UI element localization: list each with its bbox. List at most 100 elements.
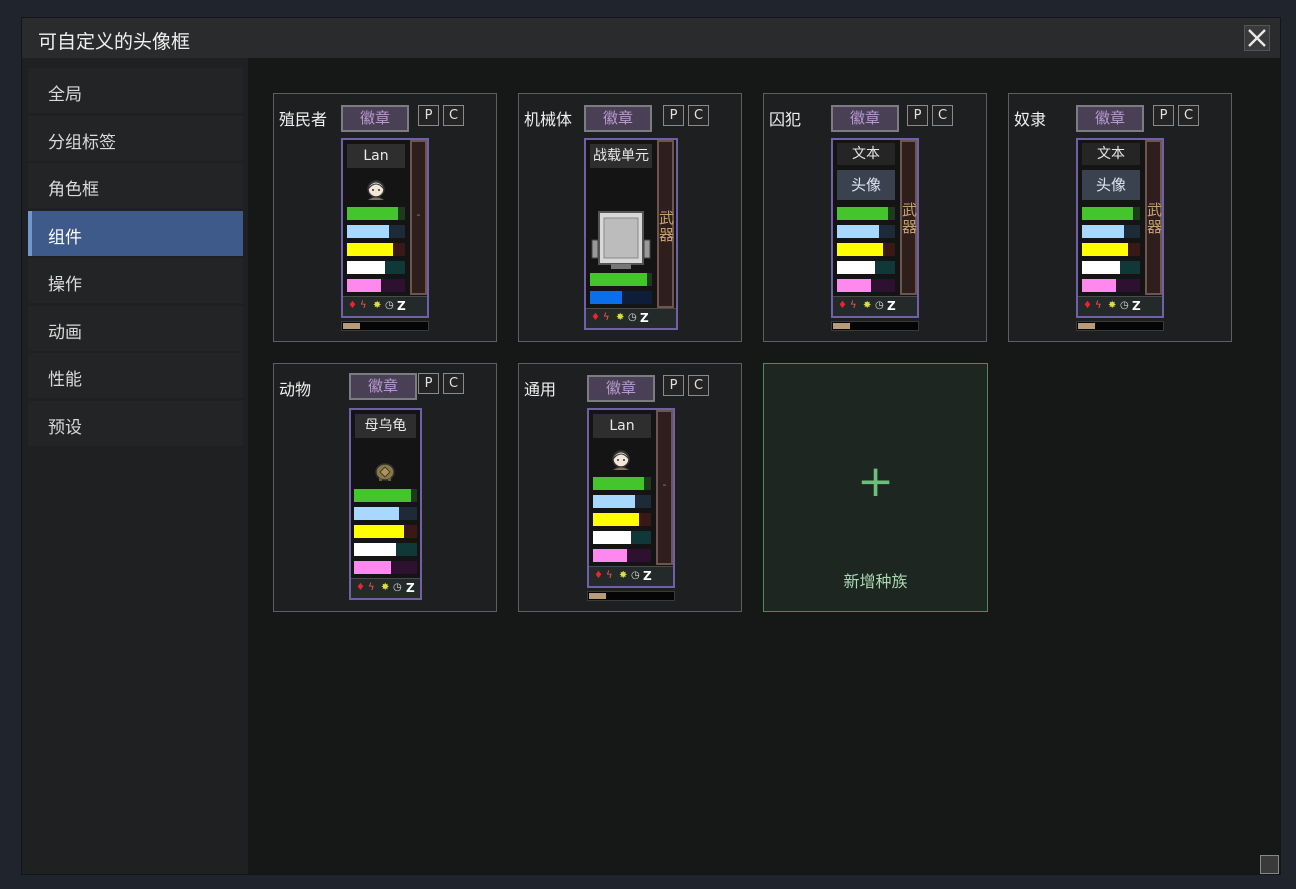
- p-button[interactable]: P: [1153, 105, 1174, 126]
- lightning-icon: ϟ: [368, 582, 375, 593]
- sidebar-item-group-tags[interactable]: 分组标签: [28, 115, 243, 161]
- rest-bar: [354, 507, 417, 520]
- p-button[interactable]: P: [418, 105, 439, 126]
- mood-bar: [837, 261, 895, 274]
- c-button[interactable]: C: [688, 105, 709, 126]
- race-label: 囚犯: [769, 110, 802, 129]
- badge-button[interactable]: 徽章: [1076, 105, 1144, 132]
- portrait-preview[interactable]: 文本 头像 武器 ♦ ϟ ✸ ◷ Z: [831, 138, 919, 318]
- health-bar: [593, 477, 651, 490]
- sidebar-item-components[interactable]: 组件: [28, 210, 243, 256]
- burst-icon: ✸: [381, 582, 390, 593]
- burst-icon: ✸: [863, 300, 872, 311]
- bleeding-icon: ♦: [591, 312, 600, 323]
- food-bar: [837, 243, 895, 256]
- bleeding-icon: ♦: [1083, 300, 1092, 311]
- sidebar-item-pawn-frame[interactable]: 角色框: [28, 163, 243, 208]
- mood-bar: [593, 531, 651, 544]
- race-label: 殖民者: [279, 110, 328, 129]
- health-bar: [837, 207, 895, 220]
- portrait-preview[interactable]: 战载单元 武器 ♦ ϟ ✸ ◷ Z: [584, 138, 678, 330]
- status-icons: ♦ ϟ ✸ ◷ Z: [589, 566, 673, 586]
- lightning-icon: ϟ: [606, 570, 613, 581]
- race-card-animal: 动物 徽章 P C 母乌龟 ♦ ϟ ✸ ◷ Z: [273, 363, 497, 612]
- resize-handle[interactable]: [1260, 855, 1279, 874]
- c-button[interactable]: C: [932, 105, 953, 126]
- badge-button[interactable]: 徽章: [587, 375, 655, 402]
- badge-button[interactable]: 徽章: [341, 105, 409, 132]
- progress-bar: [1076, 321, 1164, 331]
- health-bar: [354, 489, 417, 502]
- plus-icon: +: [857, 456, 894, 507]
- components-panel: 殖民者 徽章 P C Lan - ♦ ϟ ✸ ◷ Z 机械体 徽章 P C 战载…: [248, 58, 1280, 874]
- lightning-icon: ϟ: [360, 300, 367, 311]
- c-button[interactable]: C: [688, 375, 709, 396]
- sleep-icon: Z: [887, 299, 896, 313]
- title-bar: 可自定义的头像框: [22, 18, 1280, 58]
- clock-icon: ◷: [628, 312, 637, 323]
- bleeding-icon: ♦: [594, 570, 603, 581]
- weapon-slot: 武器: [1145, 140, 1162, 295]
- race-label: 奴隶: [1014, 110, 1047, 129]
- sidebar-item-label: 预设: [48, 417, 82, 438]
- sidebar-item-actions[interactable]: 操作: [28, 258, 243, 303]
- p-button[interactable]: P: [907, 105, 928, 126]
- pawn-name: 母乌龟: [355, 414, 416, 438]
- status-icons: ♦ ϟ ✸ ◷ Z: [586, 308, 676, 328]
- portrait-preview[interactable]: Lan - ♦ ϟ ✸ ◷ Z: [587, 408, 675, 588]
- lightning-icon: ϟ: [603, 312, 610, 323]
- bleeding-icon: ♦: [348, 300, 357, 311]
- pawn-name: Lan: [593, 414, 651, 438]
- text-placeholder: 文本: [837, 143, 895, 165]
- add-race-label: 新增种族: [843, 572, 908, 591]
- joy-bar: [354, 561, 417, 574]
- weapon-slot: -: [410, 140, 427, 295]
- clock-icon: ◷: [393, 582, 402, 593]
- sidebar-item-presets[interactable]: 预设: [28, 400, 243, 446]
- c-button[interactable]: C: [443, 105, 464, 126]
- p-button[interactable]: P: [418, 373, 439, 394]
- sidebar-item-animation[interactable]: 动画: [28, 305, 243, 351]
- sleep-icon: Z: [406, 581, 415, 595]
- sidebar-item-label: 分组标签: [48, 132, 116, 153]
- sleep-icon: Z: [643, 569, 652, 583]
- clock-icon: ◷: [875, 300, 884, 311]
- close-button[interactable]: [1244, 25, 1270, 51]
- burst-icon: ✸: [616, 312, 625, 323]
- mood-bar: [1082, 261, 1140, 274]
- add-race-button[interactable]: + 新增种族: [763, 363, 988, 612]
- portrait-preview[interactable]: 母乌龟 ♦ ϟ ✸ ◷ Z: [349, 408, 422, 600]
- weapon-slot: 武器: [900, 140, 917, 295]
- portrait-preview[interactable]: 文本 头像 武器 ♦ ϟ ✸ ◷ Z: [1076, 138, 1164, 318]
- avatar-placeholder: 头像: [1082, 170, 1140, 200]
- c-button[interactable]: C: [1178, 105, 1199, 126]
- race-card-mechanoid: 机械体 徽章 P C 战载单元 武器 ♦ ϟ ✸ ◷ Z: [518, 93, 742, 342]
- bleeding-icon: ♦: [838, 300, 847, 311]
- clock-icon: ◷: [385, 300, 394, 311]
- pawn-avatar-icon: [612, 450, 630, 471]
- clock-icon: ◷: [1120, 300, 1129, 311]
- clock-icon: ◷: [631, 570, 640, 581]
- joy-bar: [837, 279, 895, 292]
- sleep-icon: Z: [397, 299, 406, 313]
- portrait-preview[interactable]: Lan - ♦ ϟ ✸ ◷ Z: [341, 138, 429, 318]
- p-button[interactable]: P: [663, 375, 684, 396]
- sidebar-item-performance[interactable]: 性能: [28, 353, 243, 398]
- weapon-slot: 武器: [657, 140, 674, 308]
- race-card-prisoner: 囚犯 徽章 P C 文本 头像 武器 ♦ ϟ ✸ ◷ Z: [763, 93, 987, 342]
- badge-button[interactable]: 徽章: [349, 373, 417, 400]
- sidebar: 全局 分组标签 角色框 组件 操作 动画 性能 预设: [28, 68, 243, 448]
- status-icons: ♦ ϟ ✸ ◷ Z: [833, 296, 917, 316]
- lightning-icon: ϟ: [1095, 300, 1102, 311]
- race-label: 机械体: [524, 110, 573, 129]
- pawn-avatar-icon: [367, 180, 385, 201]
- joy-bar: [1082, 279, 1140, 292]
- race-label: 通用: [524, 380, 557, 399]
- badge-button[interactable]: 徽章: [831, 105, 899, 132]
- sidebar-item-global[interactable]: 全局: [28, 68, 243, 113]
- p-button[interactable]: P: [663, 105, 684, 126]
- badge-button[interactable]: 徽章: [584, 105, 652, 132]
- sidebar-item-label: 角色框: [48, 180, 99, 200]
- avatar-placeholder: 头像: [837, 170, 895, 200]
- c-button[interactable]: C: [443, 373, 464, 394]
